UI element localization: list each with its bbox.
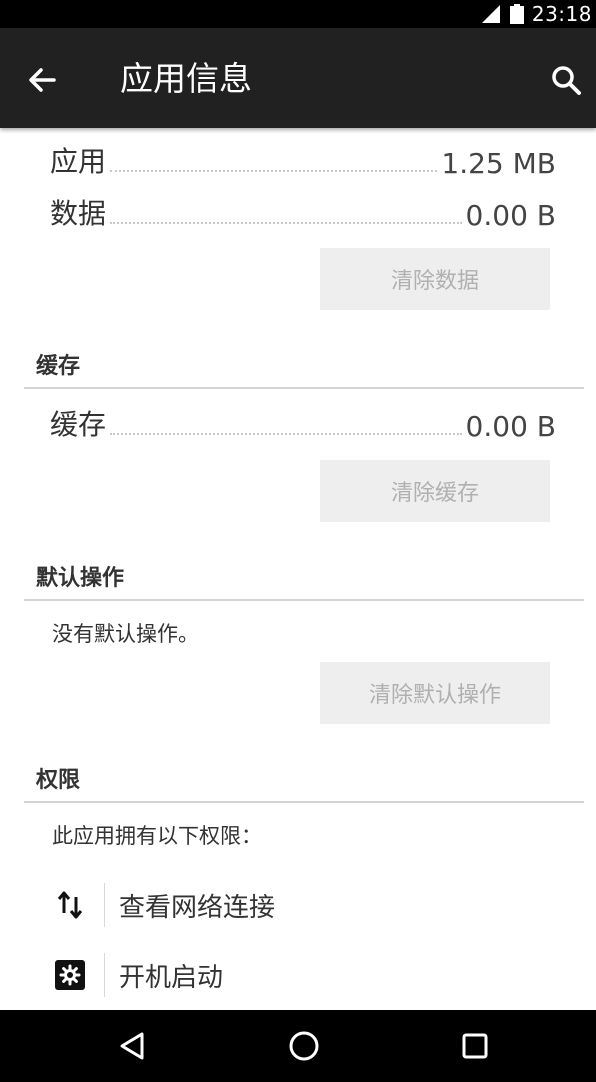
status-bar: 23:18: [0, 0, 596, 28]
cache-value: 0.00 B: [465, 410, 556, 443]
nav-recents-icon: [462, 1033, 488, 1059]
cache-label: 缓存: [50, 408, 107, 441]
defaults-section-header: 默认操作: [36, 566, 125, 591]
storage-app-label: 应用: [50, 145, 107, 178]
status-icons: 23:18: [480, 0, 592, 28]
nav-back-button[interactable]: [112, 1026, 152, 1066]
permission-item-boot[interactable]: 开机启动: [50, 950, 570, 1000]
permission-separator: [104, 953, 105, 997]
nav-recents-button[interactable]: [455, 1026, 495, 1066]
cache-section-header: 缓存: [36, 354, 81, 379]
storage-row-app: 应用 1.25 MB: [50, 140, 556, 180]
search-button[interactable]: [544, 58, 588, 102]
gear-icon: [50, 955, 90, 995]
permission-item-network[interactable]: 查看网络连接: [50, 880, 570, 930]
clear-data-button[interactable]: 清除数据: [320, 248, 550, 310]
clear-cache-button[interactable]: 清除缓存: [320, 460, 550, 522]
storage-app-value: 1.25 MB: [441, 147, 556, 180]
app-bar: 应用信息: [0, 28, 596, 128]
app-info-content: 应用 1.25 MB 数据 0.00 B 清除数据 缓存 缓存 0.00 B 清…: [0, 128, 596, 1010]
dotted-leader: [110, 222, 462, 224]
permissions-section-header: 权限: [36, 768, 81, 793]
storage-data-label: 数据: [50, 197, 107, 230]
dotted-leader: [110, 170, 438, 172]
dotted-leader: [110, 433, 462, 435]
nav-home-icon: [289, 1031, 319, 1061]
defaults-divider: [24, 599, 584, 601]
cache-divider: [24, 387, 584, 389]
battery-icon: [509, 4, 524, 24]
storage-data-value: 0.00 B: [465, 199, 556, 232]
permissions-intro: 此应用拥有以下权限：: [52, 824, 262, 848]
cache-row: 缓存 0.00 B: [50, 403, 556, 443]
back-button[interactable]: [22, 60, 62, 100]
navigation-bar: [0, 1010, 596, 1082]
permissions-divider: [24, 801, 584, 803]
clear-defaults-button[interactable]: 清除默认操作: [320, 662, 550, 724]
signal-icon: [481, 5, 500, 23]
network-arrows-icon: [50, 885, 90, 925]
nav-home-button[interactable]: [284, 1026, 324, 1066]
no-defaults-text: 没有默认操作。: [52, 622, 199, 646]
nav-back-icon: [120, 1032, 144, 1060]
page-title: 应用信息: [120, 59, 252, 98]
permission-label: 查看网络连接: [119, 892, 276, 923]
arrow-back-icon: [29, 68, 56, 92]
status-time: 23:18: [531, 2, 592, 26]
storage-row-data: 数据 0.00 B: [50, 192, 556, 232]
permission-separator: [104, 883, 105, 927]
permission-label: 开机启动: [119, 962, 224, 993]
search-icon: [552, 66, 581, 95]
